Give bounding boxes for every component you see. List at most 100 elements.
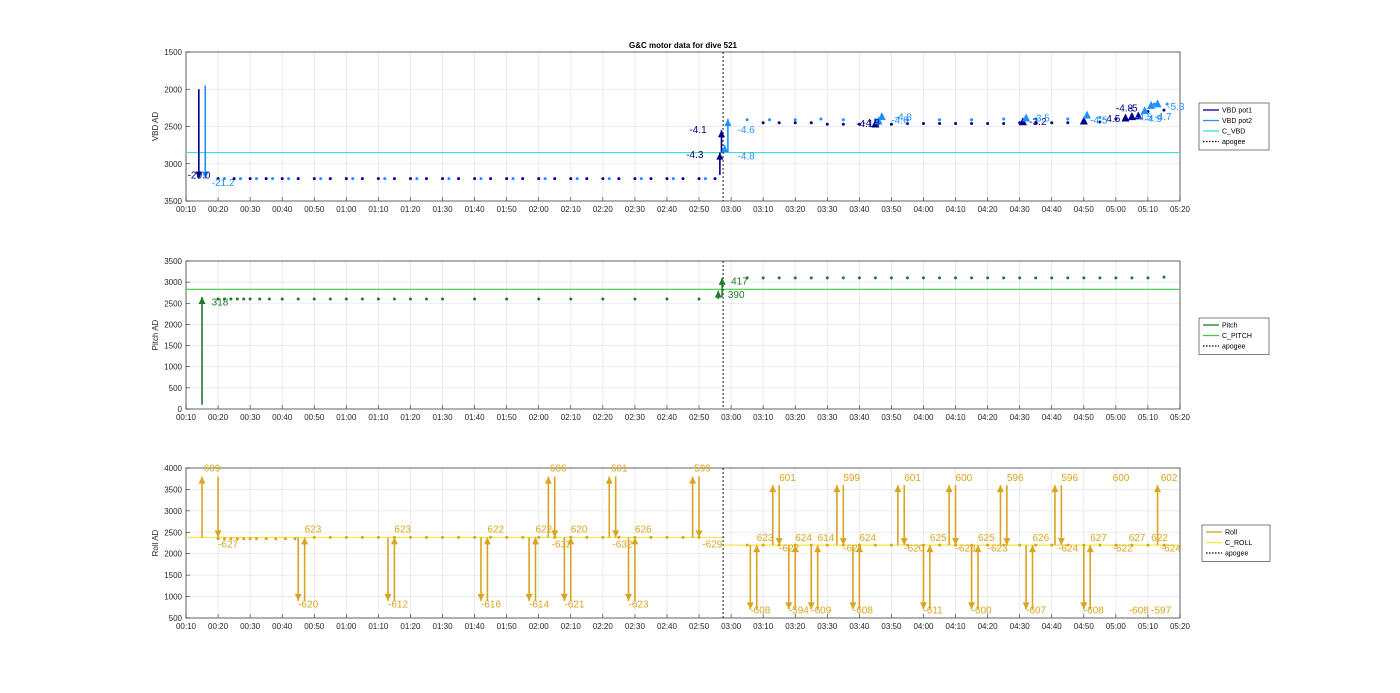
y-tick-label: 0 <box>178 405 183 414</box>
data-point <box>264 177 268 181</box>
x-tick-label: 05:10 <box>1138 622 1159 631</box>
x-tick-label: 02:50 <box>689 205 710 214</box>
data-point <box>473 297 477 301</box>
x-tick-label: 05:20 <box>1170 622 1191 631</box>
data-annotation: 600 <box>956 473 973 484</box>
data-point <box>296 297 300 301</box>
data-point <box>601 297 605 301</box>
legend-label: C_VBD <box>1222 129 1245 136</box>
x-tick-label: 05:00 <box>1106 622 1127 631</box>
data-point <box>312 177 316 181</box>
data-point <box>986 122 990 126</box>
x-tick-label: 02:00 <box>529 622 550 631</box>
x-tick-label: 02:50 <box>689 413 710 422</box>
y-tick-label: 1500 <box>164 48 182 57</box>
data-point <box>473 535 477 539</box>
data-point <box>505 535 509 539</box>
data-point <box>287 177 291 181</box>
x-tick-label: 01:20 <box>400 413 421 422</box>
data-annotation: 625 <box>978 533 995 544</box>
y-tick-label: 3000 <box>164 160 182 169</box>
data-point <box>703 177 707 181</box>
data-point <box>585 535 589 539</box>
data-point <box>601 535 605 539</box>
x-tick-label: 01:40 <box>465 622 486 631</box>
data-point <box>665 177 669 181</box>
data-point <box>312 297 316 301</box>
x-tick-label: 01:00 <box>336 205 357 214</box>
data-point <box>344 297 348 301</box>
data-point <box>328 297 332 301</box>
data-annotation: 601 <box>611 463 628 474</box>
data-point <box>248 297 252 301</box>
data-point <box>457 535 461 539</box>
x-tick-label: 04:10 <box>946 413 967 422</box>
data-point <box>296 177 300 181</box>
data-point <box>954 276 958 280</box>
figure: 00:10 00:20 00:30 00:40 00:50 01:00 01:10 01:20… <box>0 0 1400 693</box>
x-tick-label: 03:40 <box>849 205 870 214</box>
data-annotation: 601 <box>904 473 921 484</box>
data-annotation: -608 <box>1084 606 1104 617</box>
x-tick-label: 03:20 <box>785 205 806 214</box>
data-annotation: 626 <box>1033 533 1050 544</box>
data-point <box>271 177 275 181</box>
data-point <box>392 297 396 301</box>
x-tick-label: 00:40 <box>272 205 293 214</box>
y-tick-label: 1000 <box>164 593 182 602</box>
data-point <box>986 276 990 280</box>
x-tick-label: 02:10 <box>561 205 582 214</box>
data-point <box>408 177 412 181</box>
data-point <box>825 543 829 547</box>
x-tick-label: 01:10 <box>368 622 389 631</box>
x-tick-label: 01:50 <box>497 413 518 422</box>
data-point <box>328 177 332 181</box>
data-point <box>1130 276 1134 280</box>
data-annotation: -620 <box>298 599 318 610</box>
data-annotation: -616 <box>481 599 501 610</box>
data-point <box>376 535 380 539</box>
data-annotation: -597 <box>1151 606 1171 617</box>
x-tick-label: 00:30 <box>240 205 261 214</box>
y-tick-label: 3500 <box>164 197 182 206</box>
data-point <box>457 177 461 181</box>
x-tick-label: 02:30 <box>625 205 646 214</box>
data-point <box>248 537 252 541</box>
data-annotation: 627 <box>1129 533 1146 544</box>
data-point <box>1002 122 1006 126</box>
data-point <box>255 177 259 181</box>
data-point <box>954 122 958 126</box>
data-point <box>921 276 925 280</box>
chart-panel-3: 00:10 00:20 00:30 00:40 00:50 01:00 01:10 01:20… <box>151 463 1271 631</box>
y-tick-label: 500 <box>169 384 183 393</box>
x-tick-label: 05:10 <box>1138 413 1159 422</box>
data-annotation: -607 <box>1026 606 1046 617</box>
x-tick-label: 01:30 <box>433 622 454 631</box>
x-tick-label: 02:10 <box>561 413 582 422</box>
legend-label: apogee <box>1222 344 1245 351</box>
data-point <box>819 117 823 121</box>
data-annotation: -4.5 <box>1090 116 1108 127</box>
data-point <box>575 177 579 181</box>
data-point <box>447 177 451 181</box>
data-point <box>1050 543 1054 547</box>
data-point <box>293 537 297 541</box>
x-tick-label: 01:30 <box>433 413 454 422</box>
x-tick-label: 04:10 <box>946 622 967 631</box>
data-annotation: -621 <box>843 544 863 555</box>
x-tick-label: 03:40 <box>849 622 870 631</box>
x-tick-label: 03:50 <box>881 413 902 422</box>
y-tick-label: 4000 <box>164 464 182 473</box>
x-tick-label: 04:00 <box>913 622 934 631</box>
x-tick-label: 03:10 <box>753 205 774 214</box>
data-point <box>809 121 813 125</box>
x-tick-label: 00:20 <box>208 622 229 631</box>
data-annotation: 625 <box>930 533 947 544</box>
x-tick-label: 00:40 <box>272 413 293 422</box>
x-tick-label: 00:20 <box>208 413 229 422</box>
data-annotation: -627 <box>218 539 238 550</box>
x-tick-label: 02:10 <box>561 622 582 631</box>
x-tick-label: 01:40 <box>465 205 486 214</box>
data-annotation: 609 <box>204 463 221 474</box>
y-axis-label: VBD AD <box>151 112 160 142</box>
